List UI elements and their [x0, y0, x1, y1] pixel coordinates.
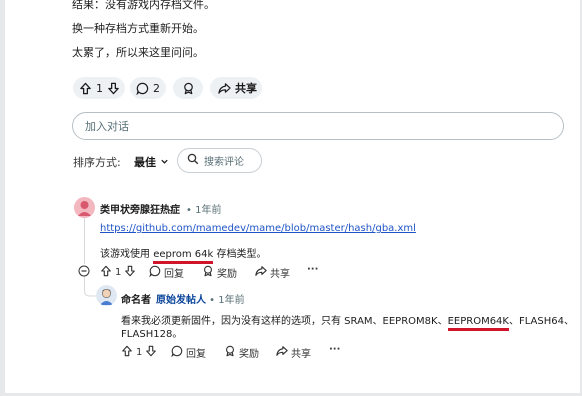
- separator-dot: •: [186, 205, 196, 216]
- comment-body-line-1: 看来我必须更新固件，因为没有这样的选项，只有 SRAM、EEPROM8K、EEP…: [121, 312, 574, 331]
- share-label: 共享: [235, 82, 257, 95]
- post-text-line-1: 结果：没有游戏内存档文件。: [72, 0, 215, 11]
- reply-button[interactable]: 回复: [171, 345, 206, 360]
- sort-value: 最佳: [134, 156, 156, 169]
- award-icon: [202, 265, 214, 280]
- comment-icon: [171, 345, 183, 360]
- search-comments-input[interactable]: 搜索评论: [177, 148, 262, 173]
- op-tag: 原始发帖人: [156, 295, 206, 306]
- search-icon: [187, 153, 199, 168]
- award-label: 奖励: [239, 349, 259, 360]
- comment-input-placeholder: 加入对话: [85, 120, 129, 133]
- search-comments-placeholder: 搜索评论: [204, 157, 244, 168]
- comment-text-after: 、FLASH64、: [508, 316, 574, 327]
- comment-vote-control: 1: [100, 265, 136, 280]
- comment-text-highlight: EEPROM64K: [447, 316, 509, 331]
- comment-link[interactable]: https://github.com/mamedev/mame/blob/mas…: [100, 223, 416, 234]
- award-button[interactable]: 奖励: [202, 265, 237, 280]
- comment-vote-count: 1: [115, 267, 122, 278]
- comment-username[interactable]: 类甲状旁腺狂热症: [100, 201, 180, 216]
- avatar[interactable]: [96, 285, 117, 306]
- comment-time: 1年前: [195, 205, 222, 216]
- comment-meta: • 1年前: [186, 201, 221, 216]
- comment-body-line-2: FLASH128。: [121, 329, 183, 340]
- comment-input[interactable]: 加入对话: [72, 112, 564, 140]
- share-button[interactable]: 共享: [276, 345, 311, 360]
- more-options-button[interactable]: ···: [329, 344, 340, 355]
- avatar[interactable]: [74, 197, 95, 218]
- downvote-icon[interactable]: [124, 265, 136, 280]
- award-icon: [224, 345, 236, 360]
- sort-dropdown[interactable]: 最佳: [134, 154, 169, 170]
- share-label: 共享: [270, 269, 290, 280]
- share-icon: [218, 82, 231, 95]
- award-label: 奖励: [217, 269, 237, 280]
- comment-body: 该游戏使用 eeprom 64k 存档类型。: [100, 245, 266, 264]
- reply-label: 回复: [164, 269, 184, 280]
- share-icon: [276, 345, 288, 360]
- comment-text-after: 存档类型。: [213, 249, 267, 260]
- collapse-thread-icon[interactable]: [78, 265, 90, 280]
- comment-icon: [149, 265, 161, 280]
- upvote-icon[interactable]: [79, 82, 92, 95]
- left-frame: [0, 0, 5, 396]
- post-text-line-3: 太累了，所以来这里问问。: [72, 46, 204, 59]
- comment-username[interactable]: 命名者: [121, 291, 151, 306]
- reply-label: 回复: [186, 349, 206, 360]
- thread-line: [84, 218, 85, 264]
- sort-label: 排序方式:: [73, 156, 121, 169]
- comment-text-highlight: eeprom 64k: [153, 249, 214, 264]
- upvote-icon[interactable]: [121, 345, 133, 360]
- share-icon: [255, 265, 267, 280]
- comment-text-before: 该游戏使用: [100, 249, 154, 260]
- vote-count: 1: [96, 81, 103, 95]
- share-button[interactable]: 共享: [210, 77, 262, 99]
- comment-vote-count: 1: [136, 347, 143, 358]
- share-button[interactable]: 共享: [255, 265, 290, 280]
- more-options-button[interactable]: ···: [307, 264, 318, 275]
- upvote-icon[interactable]: [100, 265, 112, 280]
- comment-icon: [136, 82, 149, 95]
- award-button[interactable]: 奖励: [224, 345, 259, 360]
- comment-meta: 原始发帖人 • 1年前: [156, 291, 245, 306]
- chevron-down-icon: [160, 156, 169, 169]
- reply-button[interactable]: 回复: [149, 265, 184, 280]
- comment-count: 2: [153, 81, 160, 95]
- comment-time: 1年前: [218, 295, 245, 306]
- downvote-icon[interactable]: [107, 82, 120, 95]
- comments-button[interactable]: 2: [130, 77, 166, 99]
- post-text-line-2: 换一种存档方式重新开始。: [72, 22, 204, 35]
- award-icon: [182, 82, 195, 95]
- comment-vote-control: 1: [121, 345, 157, 360]
- separator-dot: •: [206, 295, 219, 306]
- award-button[interactable]: [173, 77, 203, 99]
- vote-control: 1: [73, 77, 125, 99]
- downvote-icon[interactable]: [145, 345, 157, 360]
- share-label: 共享: [291, 349, 311, 360]
